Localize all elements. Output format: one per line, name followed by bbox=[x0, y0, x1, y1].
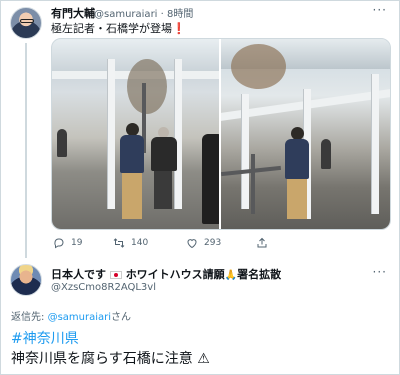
like-button[interactable]: 293 bbox=[186, 237, 221, 249]
reply-to-line: 返信先: @samuraiariさん bbox=[11, 308, 131, 323]
retweet-icon bbox=[113, 238, 125, 248]
heart-icon bbox=[187, 239, 197, 249]
reply-suffix: さん bbox=[111, 312, 132, 323]
tweet-actions: 19 140 293 bbox=[51, 237, 391, 251]
author-name[interactable]: 有門大輔 bbox=[51, 5, 95, 21]
author-name[interactable]: 日本人です ホワイトハウス請願🙏署名拡散 bbox=[51, 266, 281, 282]
tweet-media[interactable] bbox=[51, 38, 391, 230]
more-dots-icon[interactable]: ··· bbox=[373, 265, 387, 279]
avatar[interactable] bbox=[10, 264, 42, 296]
reply-mention-link[interactable]: @samuraiari bbox=[48, 312, 111, 323]
share-button[interactable] bbox=[256, 237, 268, 249]
retweet-button[interactable]: 140 bbox=[113, 237, 148, 249]
author-handle-time[interactable]: @samuraiari · 8時間 bbox=[94, 5, 193, 20]
author-name-part: 署名拡散 bbox=[237, 268, 282, 281]
pray-hands-icon: 🙏 bbox=[224, 270, 238, 281]
warning-icon: ⚠ bbox=[197, 351, 210, 367]
reply-label: 返信先: bbox=[11, 312, 45, 323]
exclamation-icon: ❗ bbox=[172, 22, 186, 35]
tweet-text: 神奈川県を腐らす石橋に注意 ⚠ bbox=[11, 348, 210, 368]
author-name-part: ホワイトハウス請願 bbox=[125, 268, 225, 281]
share-icon bbox=[257, 237, 267, 248]
like-count: 293 bbox=[204, 238, 222, 248]
author-name-part: 日本人です bbox=[51, 268, 106, 281]
reply-count: 19 bbox=[71, 238, 83, 248]
tweet-text: 極左記者・石橋学が登場❗ bbox=[51, 20, 186, 36]
photo-left[interactable] bbox=[52, 39, 221, 229]
reply-button[interactable]: 19 bbox=[53, 237, 82, 249]
hashtag-link[interactable]: #神奈川県 bbox=[11, 328, 79, 348]
author-handle[interactable]: @XzsCmo8R2AQL3vl bbox=[51, 282, 156, 293]
timeline-container: 有門大輔 @samuraiari · 8時間 ··· 極左記者・石橋学が登場❗ bbox=[0, 0, 400, 375]
tweet-text-body: 極左記者・石橋学が登場 bbox=[51, 22, 172, 35]
reply-icon bbox=[54, 238, 64, 249]
photo-right[interactable] bbox=[221, 39, 390, 229]
retweet-count: 140 bbox=[131, 238, 149, 248]
more-dots-icon[interactable]: ··· bbox=[373, 3, 387, 17]
tweet-text-body: 神奈川県を腐らす石橋に注意 bbox=[11, 351, 193, 367]
avatar[interactable] bbox=[10, 7, 42, 39]
japan-flag-icon bbox=[109, 271, 122, 279]
thread-connector bbox=[25, 43, 27, 258]
